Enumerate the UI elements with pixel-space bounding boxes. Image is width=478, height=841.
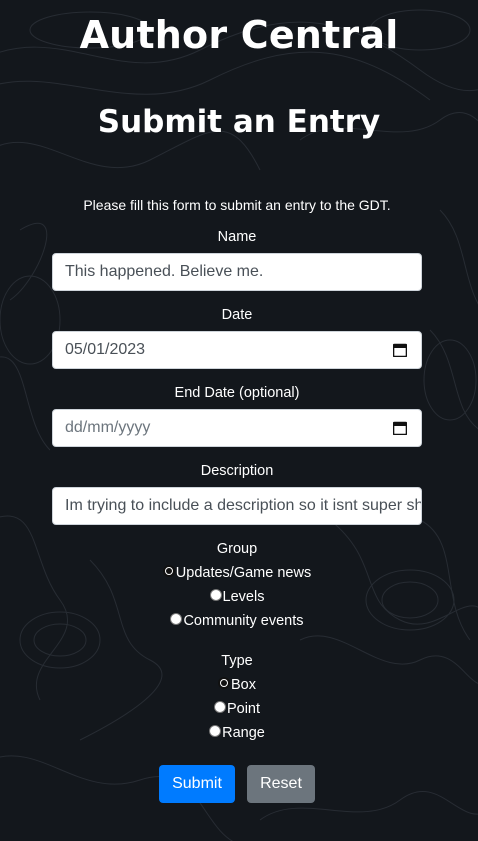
radio-button-checked[interactable] <box>218 677 230 689</box>
date-value: 05/01/2023 <box>65 341 146 358</box>
end-date-input[interactable]: dd/mm/yyyy <box>52 409 422 447</box>
radio-button[interactable] <box>213 701 226 713</box>
type-option-label: Range <box>222 725 265 741</box>
page-title: Submit an Entry <box>97 104 381 140</box>
calendar-icon[interactable] <box>393 421 407 435</box>
type-option-label: Point <box>226 701 261 717</box>
submit-button[interactable]: Submit <box>159 765 235 803</box>
calendar-icon[interactable] <box>393 343 407 357</box>
group-option-levels[interactable]: Levels <box>0 587 474 607</box>
reset-button[interactable]: Reset <box>247 765 315 803</box>
name-input[interactable] <box>52 253 422 291</box>
form-intro-text: Please fill this form to submit an entry… <box>83 197 391 213</box>
radio-button[interactable] <box>209 589 222 601</box>
date-label: Date <box>221 307 253 323</box>
group-label: Group <box>216 541 258 557</box>
group-option-community-events[interactable]: Community events <box>0 611 474 631</box>
group-option-label: Levels <box>222 589 265 605</box>
type-option-range[interactable]: Range <box>0 723 474 743</box>
type-option-label: Box <box>231 677 256 693</box>
end-date-placeholder: dd/mm/yyyy <box>65 419 151 436</box>
description-label: Description <box>200 463 274 479</box>
end-date-label: End Date (optional) <box>174 385 300 401</box>
type-label: Type <box>221 653 253 669</box>
type-option-point[interactable]: Point <box>0 699 474 719</box>
description-input[interactable]: Im trying to include a description so it… <box>52 487 422 525</box>
radio-button-checked[interactable] <box>162 565 175 577</box>
site-title: Author Central <box>79 13 399 57</box>
group-option-updates-game-news[interactable]: Updates/Game news <box>0 563 474 583</box>
group-option-label: Updates/Game news <box>175 565 312 581</box>
radio-button[interactable] <box>209 725 222 737</box>
type-option-box[interactable]: Box <box>0 675 474 695</box>
name-label: Name <box>217 229 257 245</box>
entry-form-page: Author Central Submit an Entry Please fi… <box>0 0 478 841</box>
radio-button[interactable] <box>170 613 183 625</box>
group-option-label: Community events <box>183 613 304 629</box>
date-input[interactable]: 05/01/2023 <box>52 331 422 369</box>
